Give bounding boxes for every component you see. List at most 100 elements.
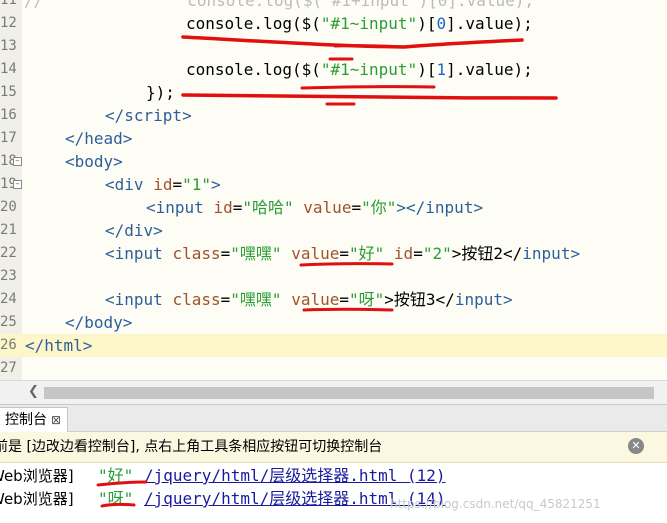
code-text: )[ xyxy=(417,14,437,33)
line-number: 18 xyxy=(0,153,17,169)
code-text: }); xyxy=(146,83,175,102)
code-tag: > xyxy=(122,313,133,332)
code-editor[interactable]: 11 // console.log($("#1+input")[0].value)… xyxy=(0,0,667,380)
line-number: 16 xyxy=(0,107,17,123)
code-string: "你" xyxy=(361,198,397,217)
annotation-stroke xyxy=(96,480,148,487)
code-line[interactable]: 25 </body> xyxy=(0,311,667,334)
code-text: ].value); xyxy=(446,60,533,79)
code-tag: < xyxy=(105,244,115,263)
line-number: 17 xyxy=(0,130,17,146)
fold-toggle-icon[interactable]: − xyxy=(13,180,22,189)
code-tag: < xyxy=(105,290,115,309)
code-line[interactable]: 19 − <div id="1"> xyxy=(0,173,667,196)
code-attr: class xyxy=(172,244,221,263)
code-tag: </ xyxy=(65,313,85,332)
line-number: 13 xyxy=(0,38,17,54)
code-line[interactable]: 22 <input class="嘿嘿" value="好" id="2">按钮… xyxy=(0,242,667,265)
line-number: 12 xyxy=(0,15,17,31)
scrollbar-thumb[interactable] xyxy=(44,387,654,399)
code-line[interactable]: 27 xyxy=(0,357,667,380)
line-number: 19 xyxy=(0,176,17,192)
code-line[interactable]: 21 </div> xyxy=(0,219,667,242)
code-tag: > xyxy=(473,198,484,217)
code-text: = xyxy=(351,198,362,217)
code-line[interactable]: 14 console.log($("#1~input")[1].value); xyxy=(0,58,667,81)
code-tag: < xyxy=(65,152,75,171)
code-line[interactable]: 20 <input id="哈哈" value="你"></input> xyxy=(0,196,667,219)
code-string: "哈哈" xyxy=(242,198,294,217)
line-number: 20 xyxy=(0,199,17,215)
code-tag: head xyxy=(84,129,123,148)
code-string: "好" xyxy=(349,244,385,263)
code-tag: < xyxy=(146,198,156,217)
code-line[interactable]: 11 // console.log($("#1+input")[0].value)… xyxy=(0,0,667,12)
code-number: 0 xyxy=(436,14,447,33)
code-line[interactable]: 12 console.log($("#1~input")[0].value); xyxy=(0,12,667,35)
code-string: "1" xyxy=(182,175,211,194)
code-text: )[ xyxy=(417,60,437,79)
code-attr: id xyxy=(213,198,233,217)
console-panel: 控制台⊠ 前是 [边改边看控制台], 点右上角工具条相应按钮可切换控制台 ✕ W… xyxy=(0,404,667,523)
code-tag: > xyxy=(113,152,123,171)
code-attr: value xyxy=(291,244,340,263)
code-tag: input xyxy=(155,198,204,217)
code-tag: </ xyxy=(105,221,125,240)
code-tag: input xyxy=(522,244,571,263)
watermark: https://blog.csdn.net/qq_45821251 xyxy=(390,497,601,511)
code-text: = xyxy=(339,290,349,309)
line-number: 24 xyxy=(0,291,17,307)
code-text: ].value); xyxy=(446,14,533,33)
code-tag: > xyxy=(503,290,513,309)
code-attr: id xyxy=(153,175,173,194)
code-tag: script xyxy=(124,106,183,125)
code-tag: > xyxy=(82,336,93,355)
code-line[interactable]: 23 xyxy=(0,265,667,288)
code-tag: < xyxy=(105,175,115,194)
code-line[interactable]: 15 }); xyxy=(0,81,667,104)
scroll-left-icon[interactable]: ❮ xyxy=(28,384,39,399)
code-string: "#1~input" xyxy=(320,60,418,79)
code-tag: > xyxy=(153,221,163,240)
code-tag: input xyxy=(114,244,163,263)
code-tag: div xyxy=(124,221,154,240)
line-number: 23 xyxy=(0,268,17,284)
code-line[interactable]: 17 </head> xyxy=(0,127,667,150)
code-string: "呀" xyxy=(349,290,385,309)
line-number: 14 xyxy=(0,61,17,77)
code-text: = xyxy=(339,244,349,263)
comment-marker: // xyxy=(24,0,44,10)
code-tag: input xyxy=(425,198,474,217)
code-text: = xyxy=(232,198,243,217)
code-string: "2" xyxy=(422,244,452,263)
code-attr: value xyxy=(303,198,352,217)
code-text: >按钮2</ xyxy=(451,244,523,263)
line-number: 22 xyxy=(0,245,17,261)
code-line[interactable]: 16 </script> xyxy=(0,104,667,127)
fold-toggle-icon[interactable]: − xyxy=(13,157,22,166)
code-tag: </ xyxy=(25,336,45,355)
code-line[interactable]: 24 <input class="嘿嘿" value="呀">按钮3</inpu… xyxy=(0,288,667,311)
code-text: = xyxy=(413,244,423,263)
code-tag: > xyxy=(182,106,192,125)
code-tag: body xyxy=(84,313,123,332)
code-tag: > xyxy=(122,129,133,148)
code-tag: body xyxy=(74,152,114,171)
code-tag: > xyxy=(211,175,221,194)
code-text: = xyxy=(220,244,231,263)
code-line[interactable]: 13 xyxy=(0,35,667,58)
code-text: console.log($("#1+input")[0].value); xyxy=(187,0,535,10)
code-attr: id xyxy=(393,244,414,263)
code-line[interactable]: 18 − <body> xyxy=(0,150,667,173)
code-line-active[interactable]: 26 </html> xyxy=(0,334,667,357)
code-number: 1 xyxy=(436,60,447,79)
code-text: = xyxy=(172,175,183,194)
horizontal-scrollbar[interactable]: ❮ xyxy=(0,380,667,405)
code-tag: input xyxy=(114,290,163,309)
code-attr: class xyxy=(172,290,221,309)
code-string: "嘿嘿" xyxy=(230,244,282,263)
code-string: "嘿嘿" xyxy=(230,290,282,309)
code-tag: </ xyxy=(65,129,85,148)
code-text: console.log($( xyxy=(186,14,321,33)
line-number: 26 xyxy=(0,337,17,353)
